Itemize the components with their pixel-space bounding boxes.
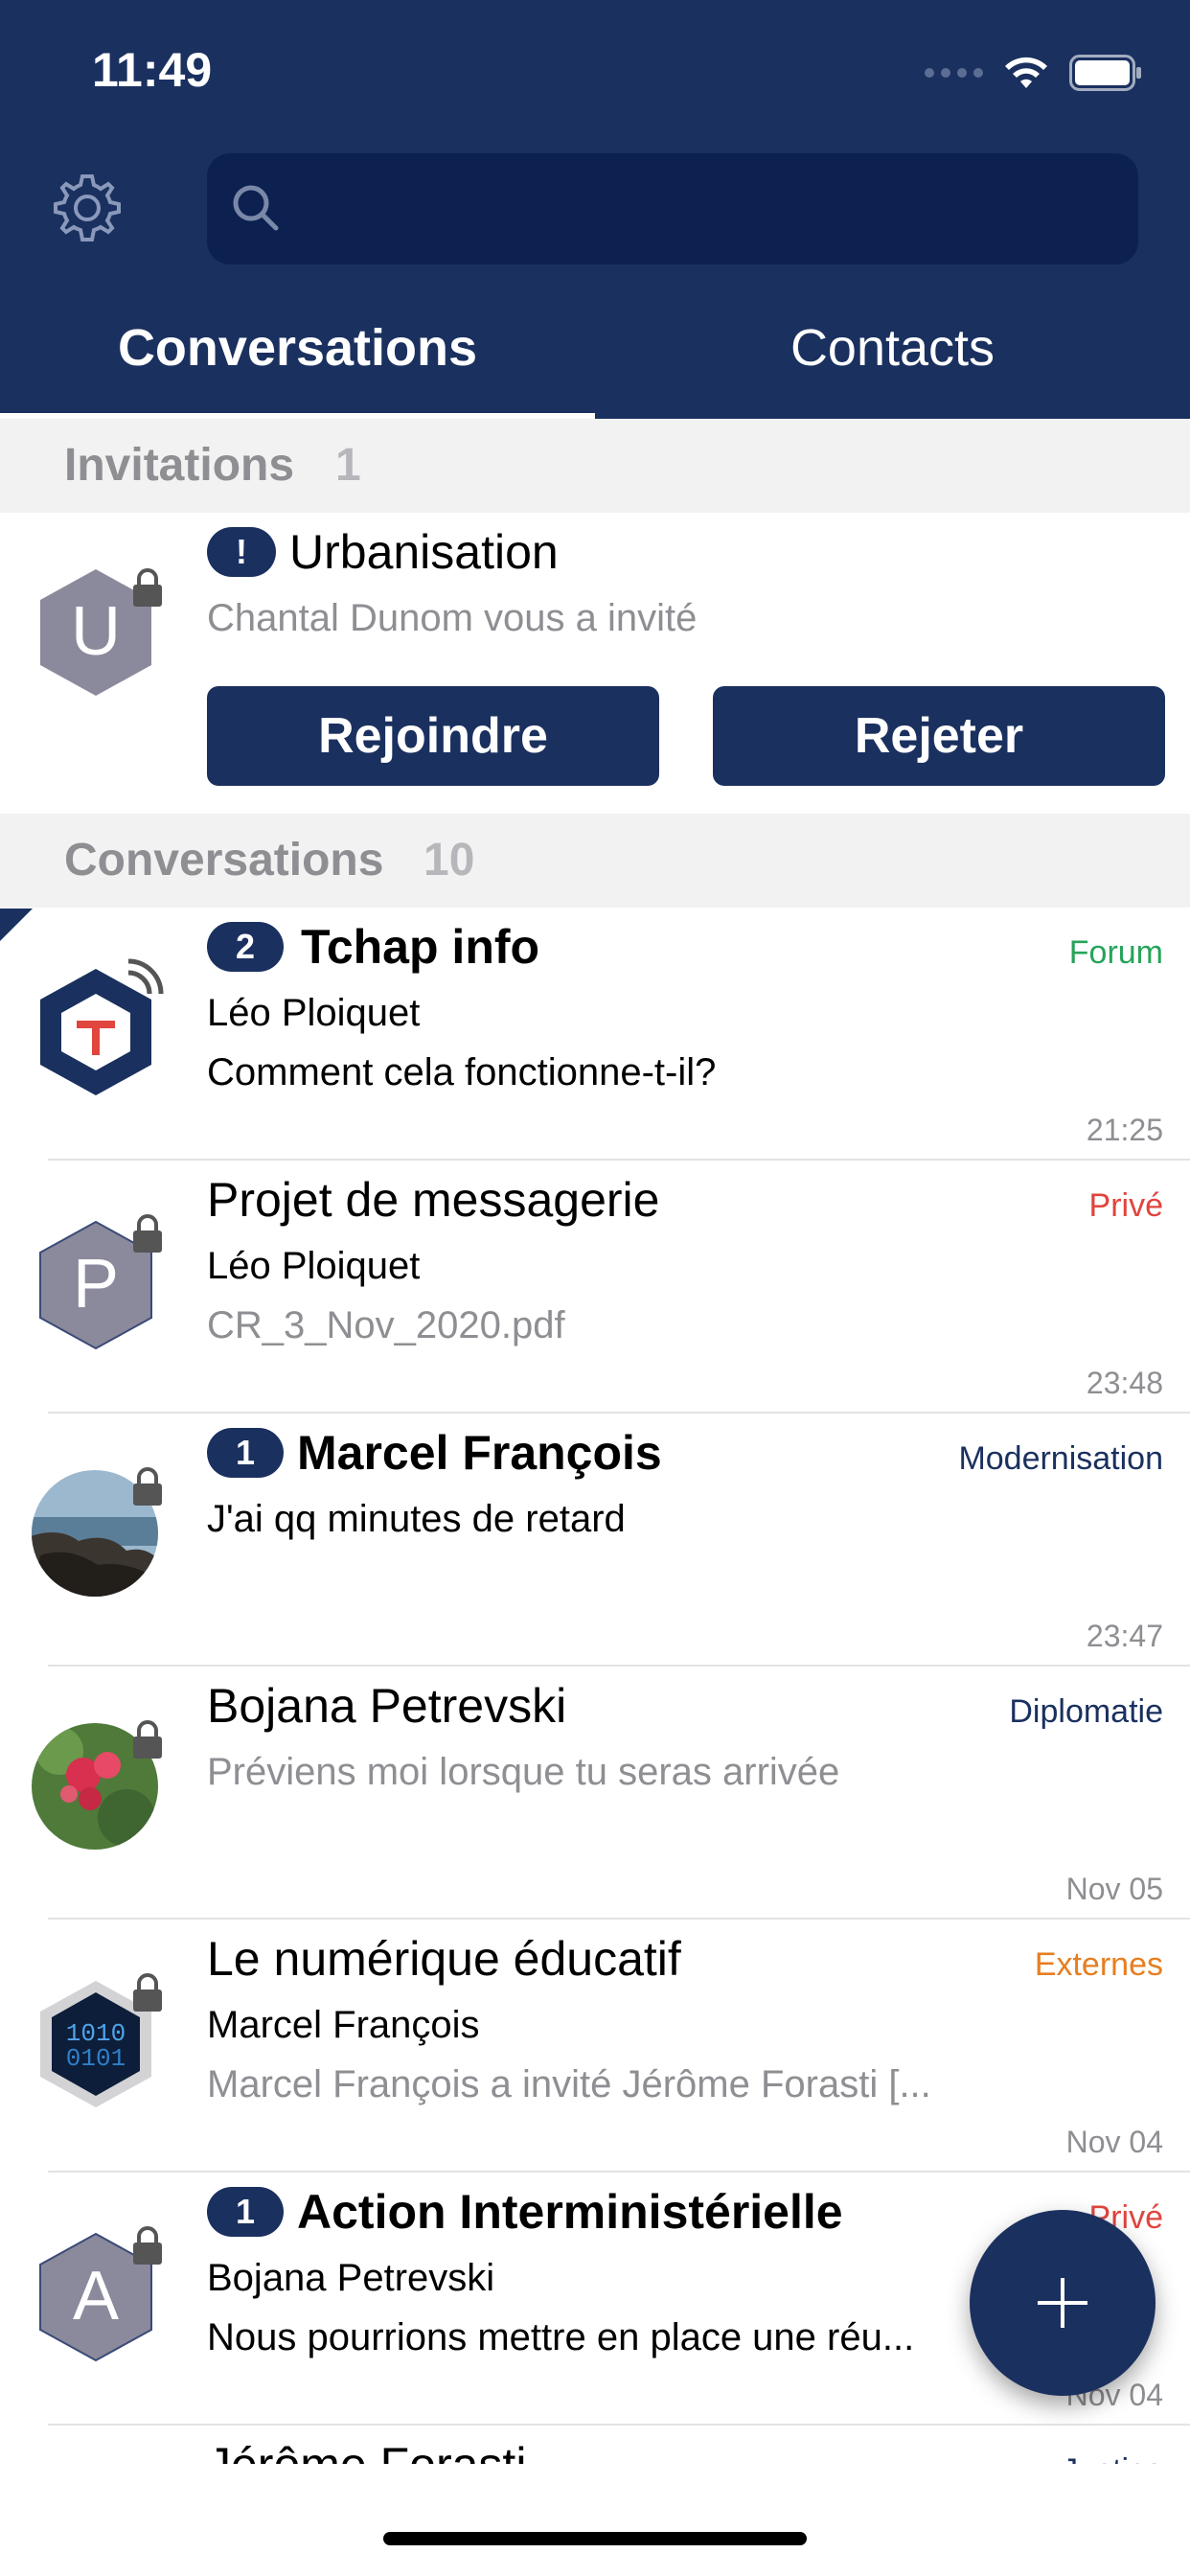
conversation-name: Marcel François [297,1426,662,1480]
conversation-name: Tchap info [301,920,540,974]
gear-icon [54,174,121,242]
search-input[interactable] [295,153,1113,266]
last-message: J'ai qq minutes de retard [207,1498,626,1540]
section-count: 1 [335,440,361,491]
last-message: Nous pourrions mettre en place une réu..… [207,2316,915,2358]
conversation-name: Projet de messagerie [207,1173,660,1227]
domain-label: Modernisation [958,1440,1163,1477]
search-icon [233,185,279,231]
timestamp: Nov 04 [1065,2125,1163,2159]
conversation-row[interactable]: Bojana Petrevski Diplomatie Préviens moi… [0,1667,1190,1918]
conversation-name: Jérôme Forasti [207,2437,526,2464]
lock-icon [133,1214,162,1253]
timestamp: Nov 05 [1065,1872,1163,1906]
lock-icon [133,1467,162,1506]
lock-icon [133,1973,162,2012]
battery-icon [1069,55,1141,91]
last-sender: Bojana Petrevski [207,2257,495,2299]
lock-icon [133,1720,162,1759]
last-sender: Marcel François [207,2004,480,2046]
plus-icon [1038,2278,1087,2328]
tab-conversations[interactable]: Conversations [0,278,595,419]
settings-button[interactable] [50,171,125,245]
join-button[interactable]: Rejoindre [207,686,659,786]
timestamp: 23:47 [1086,1619,1163,1653]
last-sender: Léo Ploiquet [207,1245,421,1287]
lock-icon [133,2226,162,2265]
svg-text:P: P [73,1246,119,1322]
last-message: CR_3_Nov_2020.pdf [207,1304,565,1346]
unread-badge: 2 [207,922,284,972]
svg-text:0101: 0101 [66,2044,126,2073]
signal-icon [925,68,983,78]
timestamp: 23:48 [1086,1366,1163,1400]
home-indicator [383,2532,807,2545]
invitations-section-header: Invitations 1 [0,419,1190,513]
last-sender: Léo Ploiquet [207,992,421,1034]
unread-badge: 1 [207,1428,284,1478]
search-bar[interactable] [207,153,1138,266]
invite-alert-badge: ! [207,527,276,577]
last-message: Marcel François a invité Jérôme Forasti … [207,2063,931,2105]
domain-label: Privé [1088,1187,1163,1224]
invitation-item[interactable]: U ! Urbanisation Chantal Dunom vous a in… [0,513,1190,814]
timestamp: 21:25 [1086,1113,1163,1147]
svg-text:U: U [71,593,121,670]
status-time: 11:49 [92,43,213,97]
last-message: Préviens moi lorsque tu seras arrivée [207,1751,840,1793]
conversation-row[interactable]: 1 Marcel François Modernisation J'ai qq … [0,1414,1190,1665]
section-title: Invitations [64,440,295,491]
section-count: 10 [423,835,475,886]
reject-button[interactable]: Rejeter [713,686,1165,786]
wifi-icon [1005,57,1047,88]
room-name: Urbanisation [289,525,559,579]
domain-label: Forum [1068,934,1163,971]
conversation-row[interactable]: P Projet de messagerie Privé Léo Ploique… [0,1161,1190,1412]
tab-bar: Conversations Contacts [0,278,1190,419]
invite-subtitle: Chantal Dunom vous a invité [207,597,698,639]
conversation-name: Action Interministérielle [297,2185,843,2239]
last-message: Comment cela fonctionne-t-il? [207,1051,717,1093]
domain-label: Justice [1062,2452,1163,2464]
section-title: Conversations [64,835,384,886]
conversations-section-header: Conversations 10 [0,814,1190,908]
status-icons [925,54,1142,92]
new-conversation-button[interactable] [970,2210,1156,2396]
broadcast-icon [127,958,164,995]
conversation-row[interactable]: 1010 0101 Le numérique éducatif Externes… [0,1920,1190,2171]
conversation-row[interactable]: 2 Tchap info Forum Léo Ploiquet Comment … [0,908,1190,1159]
app-header: 11:49 Conversations Contacts [0,0,1190,419]
domain-label: Diplomatie [1009,1693,1163,1730]
conversation-name: Le numérique éducatif [207,1932,681,1986]
conversation-row[interactable]: Jérôme Forasti Justice [0,2426,1190,2464]
lock-icon [133,568,162,607]
conversation-name: Bojana Petrevski [207,1679,567,1733]
unread-badge: 1 [207,2187,284,2237]
svg-text:A: A [73,2258,119,2334]
domain-label: Externes [1034,1946,1163,1983]
tab-contacts[interactable]: Contacts [595,278,1190,419]
